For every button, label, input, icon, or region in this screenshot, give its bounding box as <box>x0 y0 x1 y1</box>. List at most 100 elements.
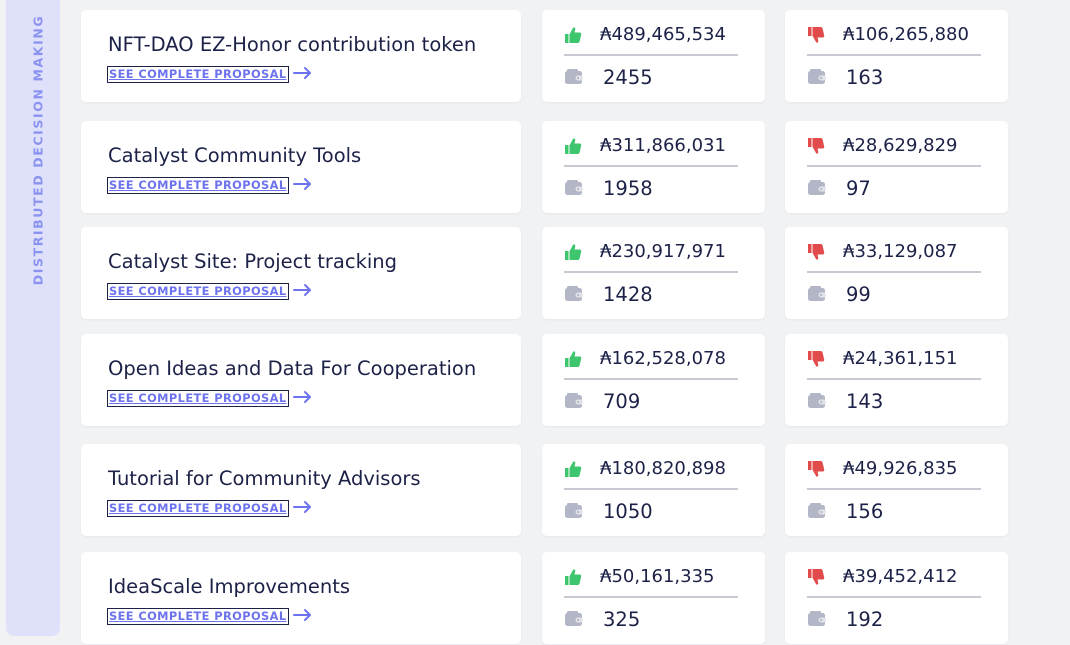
yes-votes-card: ₳311,866,031 1958 <box>542 121 765 213</box>
arrow-right-icon[interactable] <box>292 63 314 81</box>
proposal-card: Catalyst Site: Project tracking SEE COMP… <box>81 227 521 319</box>
yes-votes-card: ₳180,820,898 1050 <box>542 444 765 536</box>
no-amount: ₳24,361,151 <box>843 348 958 369</box>
yes-count: 1428 <box>603 283 653 306</box>
divider <box>807 54 981 56</box>
yes-amount: ₳180,820,898 <box>600 458 726 479</box>
no-count: 99 <box>846 283 871 306</box>
see-proposal-link[interactable]: SEE COMPLETE PROPOSAL <box>107 390 289 407</box>
yes-amount: ₳162,528,078 <box>600 348 726 369</box>
divider <box>807 165 981 167</box>
proposal-title: Catalyst Site: Project tracking <box>108 250 398 273</box>
wallet-icon <box>564 502 584 520</box>
proposal-title: Tutorial for Community Advisors <box>108 467 421 490</box>
thumbs-down-icon <box>807 26 825 44</box>
no-amount: ₳39,452,412 <box>843 566 958 587</box>
see-proposal-link[interactable]: SEE COMPLETE PROPOSAL <box>107 177 289 194</box>
wallet-icon <box>807 502 827 520</box>
arrow-right-icon[interactable] <box>292 174 314 192</box>
yes-votes-card: ₳50,161,335 325 <box>542 552 765 644</box>
divider <box>564 488 738 490</box>
wallet-icon <box>564 392 584 410</box>
thumbs-down-icon <box>807 568 825 586</box>
no-count: 143 <box>846 390 884 413</box>
divider <box>807 596 981 598</box>
proposal-card: NFT-DAO EZ-Honor contribution token SEE … <box>81 10 521 102</box>
arrow-right-icon[interactable] <box>292 605 314 623</box>
yes-count: 1050 <box>603 500 653 523</box>
thumbs-down-icon <box>807 460 825 478</box>
see-proposal-link[interactable]: SEE COMPLETE PROPOSAL <box>107 283 289 300</box>
yes-count: 709 <box>603 390 641 413</box>
divider <box>807 378 981 380</box>
proposal-row: NFT-DAO EZ-Honor contribution token SEE … <box>0 10 1070 102</box>
yes-amount: ₳50,161,335 <box>600 566 715 587</box>
wallet-icon <box>807 179 827 197</box>
yes-amount: ₳311,866,031 <box>600 135 726 156</box>
see-proposal-link[interactable]: SEE COMPLETE PROPOSAL <box>107 66 289 83</box>
see-proposal-link[interactable]: SEE COMPLETE PROPOSAL <box>107 608 289 625</box>
proposal-row: Tutorial for Community Advisors SEE COMP… <box>0 444 1070 536</box>
divider <box>807 271 981 273</box>
proposal-title: NFT-DAO EZ-Honor contribution token <box>108 33 477 56</box>
no-amount: ₳28,629,829 <box>843 135 958 156</box>
no-votes-card: ₳39,452,412 192 <box>785 552 1008 644</box>
thumbs-up-icon <box>564 26 582 44</box>
no-amount: ₳49,926,835 <box>843 458 958 479</box>
no-votes-card: ₳49,926,835 156 <box>785 444 1008 536</box>
proposal-card: Open Ideas and Data For Cooperation SEE … <box>81 334 521 426</box>
thumbs-up-icon <box>564 568 582 586</box>
thumbs-up-icon <box>564 137 582 155</box>
thumbs-down-icon <box>807 137 825 155</box>
no-votes-card: ₳24,361,151 143 <box>785 334 1008 426</box>
proposal-card: Tutorial for Community Advisors SEE COMP… <box>81 444 521 536</box>
see-proposal-link[interactable]: SEE COMPLETE PROPOSAL <box>107 500 289 517</box>
proposal-row: Catalyst Site: Project tracking SEE COMP… <box>0 227 1070 319</box>
no-count: 192 <box>846 608 884 631</box>
yes-amount: ₳230,917,971 <box>600 241 726 262</box>
thumbs-up-icon <box>564 460 582 478</box>
proposal-row: IdeaScale Improvements SEE COMPLETE PROP… <box>0 552 1070 644</box>
no-count: 156 <box>846 500 884 523</box>
yes-count: 2455 <box>603 66 653 89</box>
yes-votes-card: ₳162,528,078 709 <box>542 334 765 426</box>
proposal-row: Open Ideas and Data For Cooperation SEE … <box>0 334 1070 426</box>
wallet-icon <box>807 285 827 303</box>
yes-count: 325 <box>603 608 641 631</box>
arrow-right-icon[interactable] <box>292 280 314 298</box>
proposal-title: Open Ideas and Data For Cooperation <box>108 357 477 380</box>
thumbs-up-icon <box>564 243 582 261</box>
wallet-icon <box>807 610 827 628</box>
proposal-title: Catalyst Community Tools <box>108 144 362 167</box>
proposal-card: IdeaScale Improvements SEE COMPLETE PROP… <box>81 552 521 644</box>
proposal-title: IdeaScale Improvements <box>108 575 351 598</box>
thumbs-down-icon <box>807 350 825 368</box>
divider <box>564 271 738 273</box>
yes-votes-card: ₳489,465,534 2455 <box>542 10 765 102</box>
no-amount: ₳106,265,880 <box>843 24 969 45</box>
no-count: 163 <box>846 66 884 89</box>
proposal-card: Catalyst Community Tools SEE COMPLETE PR… <box>81 121 521 213</box>
divider <box>564 378 738 380</box>
no-votes-card: ₳33,129,087 99 <box>785 227 1008 319</box>
divider <box>564 596 738 598</box>
yes-votes-card: ₳230,917,971 1428 <box>542 227 765 319</box>
wallet-icon <box>564 285 584 303</box>
yes-count: 1958 <box>603 177 653 200</box>
no-count: 97 <box>846 177 871 200</box>
wallet-icon <box>807 392 827 410</box>
thumbs-up-icon <box>564 350 582 368</box>
wallet-icon <box>807 68 827 86</box>
no-amount: ₳33,129,087 <box>843 241 958 262</box>
no-votes-card: ₳28,629,829 97 <box>785 121 1008 213</box>
divider <box>807 488 981 490</box>
arrow-right-icon[interactable] <box>292 387 314 405</box>
wallet-icon <box>564 610 584 628</box>
divider <box>564 54 738 56</box>
wallet-icon <box>564 179 584 197</box>
proposal-row: Catalyst Community Tools SEE COMPLETE PR… <box>0 121 1070 213</box>
yes-amount: ₳489,465,534 <box>600 24 726 45</box>
divider <box>564 165 738 167</box>
arrow-right-icon[interactable] <box>292 497 314 515</box>
no-votes-card: ₳106,265,880 163 <box>785 10 1008 102</box>
